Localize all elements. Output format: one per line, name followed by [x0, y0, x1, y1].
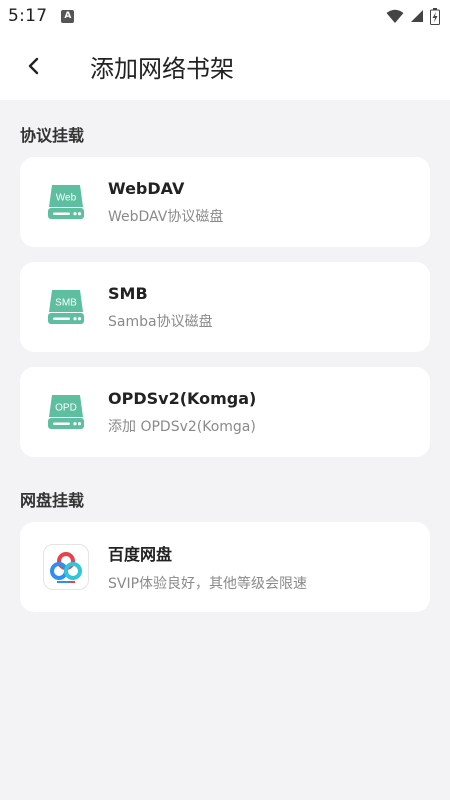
item-title: SMB [108, 283, 148, 303]
svg-text:OPD: OPD [55, 403, 77, 414]
item-subtitle: 添加 OPDSv2(Komga) [108, 418, 256, 435]
drive-icon: Web [42, 178, 90, 226]
status-icons [386, 7, 440, 25]
status-time: 5:17 [8, 6, 48, 26]
mount-item-webdav[interactable]: Web WebDAV WebDAV协议磁盘 [20, 157, 430, 247]
item-title: OPDSv2(Komga) [108, 388, 257, 408]
app-bar: 添加网络书架 [0, 32, 450, 100]
notification-app-icon: A [61, 9, 75, 23]
baidu-netdisk-icon [42, 543, 90, 591]
item-subtitle: WebDAV协议磁盘 [108, 208, 224, 225]
mount-item-smb[interactable]: SMB SMB Samba协议磁盘 [20, 262, 430, 352]
signal-icon [411, 10, 423, 22]
status-bar: 5:17 A [0, 0, 450, 32]
item-title: WebDAV [108, 178, 185, 198]
battery-icon [430, 7, 440, 25]
drive-icon: SMB [42, 283, 90, 331]
wifi-icon [386, 9, 404, 23]
item-subtitle: Samba协议磁盘 [108, 313, 213, 330]
svg-text:Web: Web [56, 193, 77, 204]
page-title: 添加网络书架 [90, 54, 234, 83]
drive-icon: OPD [42, 388, 90, 436]
mount-item-baidu[interactable]: 百度网盘 SVIP体验良好，其他等级会限速 [20, 522, 430, 612]
section-header-protocol: 协议挂载 [20, 126, 85, 145]
section-header-netdisk: 网盘挂载 [20, 491, 85, 510]
item-title: 百度网盘 [108, 545, 173, 564]
svg-text:SMB: SMB [55, 298, 77, 309]
chevron-left-icon [28, 57, 39, 75]
item-subtitle: SVIP体验良好，其他等级会限速 [108, 576, 308, 592]
back-button[interactable] [14, 46, 54, 86]
mount-item-opds[interactable]: OPD OPDSv2(Komga) 添加 OPDSv2(Komga) [20, 367, 430, 457]
